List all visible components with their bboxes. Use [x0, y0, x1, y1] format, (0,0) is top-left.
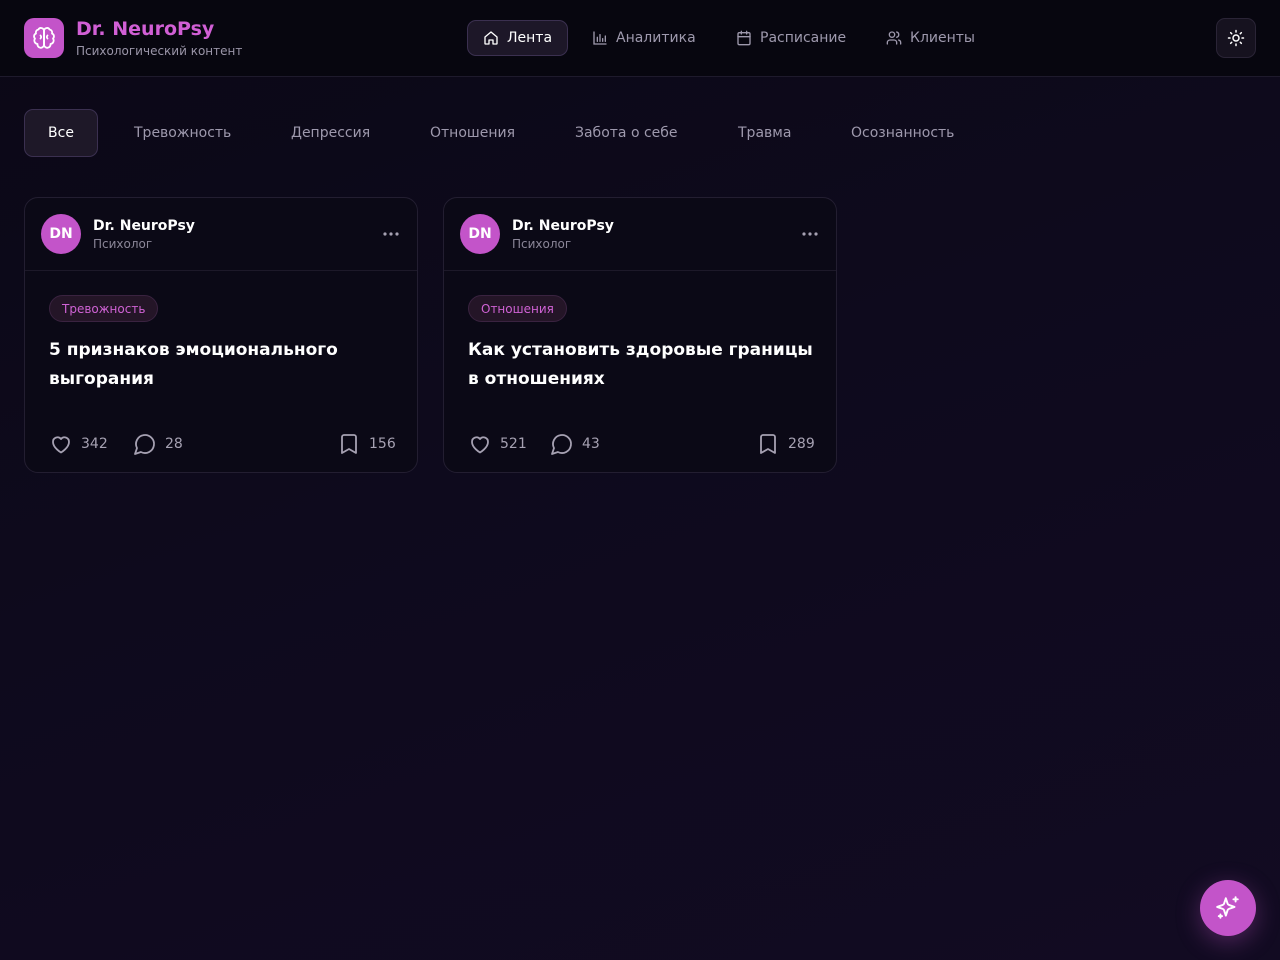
comment-icon: [550, 432, 574, 456]
heart-icon: [468, 432, 492, 456]
nav-item-label: Лента: [507, 30, 553, 46]
author-role: Психолог: [93, 237, 153, 251]
users-icon: [886, 30, 902, 46]
like-count: 342: [81, 436, 108, 452]
filter-chip-all[interactable]: Все: [24, 109, 98, 157]
brand-title: Dr. NeuroPsy: [76, 18, 215, 40]
comment-button[interactable]: 28: [133, 432, 183, 456]
comment-count: 28: [165, 436, 183, 452]
author-name[interactable]: Dr. NeuroPsy: [93, 218, 195, 234]
nav-item-schedule[interactable]: Расписание: [736, 20, 846, 56]
filter-chip-trauma[interactable]: Травма: [738, 109, 791, 157]
like-button[interactable]: 521: [468, 432, 527, 456]
post-title[interactable]: 5 признаков эмоционального выгорания: [49, 336, 395, 394]
nav-item-clients[interactable]: Клиенты: [886, 20, 975, 56]
home-icon: [483, 30, 499, 46]
bookmark-icon: [337, 432, 361, 456]
bookmark-icon: [756, 432, 780, 456]
filter-chip-self-care[interactable]: Забота о себе: [575, 109, 678, 157]
theme-toggle-button[interactable]: [1216, 18, 1256, 58]
avatar[interactable]: DN: [460, 214, 500, 254]
post-card[interactable]: DN Dr. NeuroPsy Психолог Тревожность 5 п…: [24, 197, 418, 473]
like-button[interactable]: 342: [49, 432, 108, 456]
author-role: Психолог: [512, 237, 572, 251]
filter-chip-relationships[interactable]: Отношения: [430, 109, 515, 157]
logo[interactable]: [24, 18, 64, 58]
nav-item-label: Клиенты: [910, 30, 975, 46]
nav-item-feed[interactable]: Лента: [467, 20, 568, 56]
brain-icon: [32, 26, 56, 50]
post-card[interactable]: DN Dr. NeuroPsy Психолог Отношения Как у…: [443, 197, 837, 473]
comment-icon: [133, 432, 157, 456]
post-title[interactable]: Как установить здоровые границы в отноше…: [468, 336, 814, 394]
comment-count: 43: [582, 436, 600, 452]
post-tag[interactable]: Отношения: [468, 295, 567, 322]
nav-item-label: Аналитика: [616, 30, 696, 46]
comment-button[interactable]: 43: [550, 432, 600, 456]
calendar-icon: [736, 30, 752, 46]
save-button[interactable]: 156: [337, 432, 396, 456]
heart-icon: [49, 432, 73, 456]
author-name[interactable]: Dr. NeuroPsy: [512, 218, 614, 234]
save-button[interactable]: 289: [756, 432, 815, 456]
filter-chip-anxiety[interactable]: Тревожность: [134, 109, 231, 157]
sparkles-icon: [1215, 895, 1241, 921]
more-horizontal-icon: [801, 231, 819, 237]
more-horizontal-icon: [382, 231, 400, 237]
save-count: 156: [369, 436, 396, 452]
bar-chart-icon: [592, 30, 608, 46]
post-tag[interactable]: Тревожность: [49, 295, 159, 322]
nav-item-label: Расписание: [760, 30, 847, 46]
nav-item-analytics[interactable]: Аналитика: [592, 20, 696, 56]
brand-subtitle: Психологический контент: [76, 44, 243, 58]
more-options-button[interactable]: [800, 224, 820, 244]
save-count: 289: [788, 436, 815, 452]
more-options-button[interactable]: [381, 224, 401, 244]
filter-chip-depression[interactable]: Депрессия: [291, 109, 370, 157]
like-count: 521: [500, 436, 527, 452]
sun-icon: [1227, 29, 1245, 47]
avatar[interactable]: DN: [41, 214, 81, 254]
filter-chip-mindfulness[interactable]: Осознанность: [851, 109, 954, 157]
top-header: Dr. NeuroPsy Психологический контент Лен…: [0, 0, 1280, 77]
ai-assistant-button[interactable]: [1200, 880, 1256, 936]
post-card-header: DN Dr. NeuroPsy Психолог: [25, 198, 417, 271]
post-card-header: DN Dr. NeuroPsy Психолог: [444, 198, 836, 271]
